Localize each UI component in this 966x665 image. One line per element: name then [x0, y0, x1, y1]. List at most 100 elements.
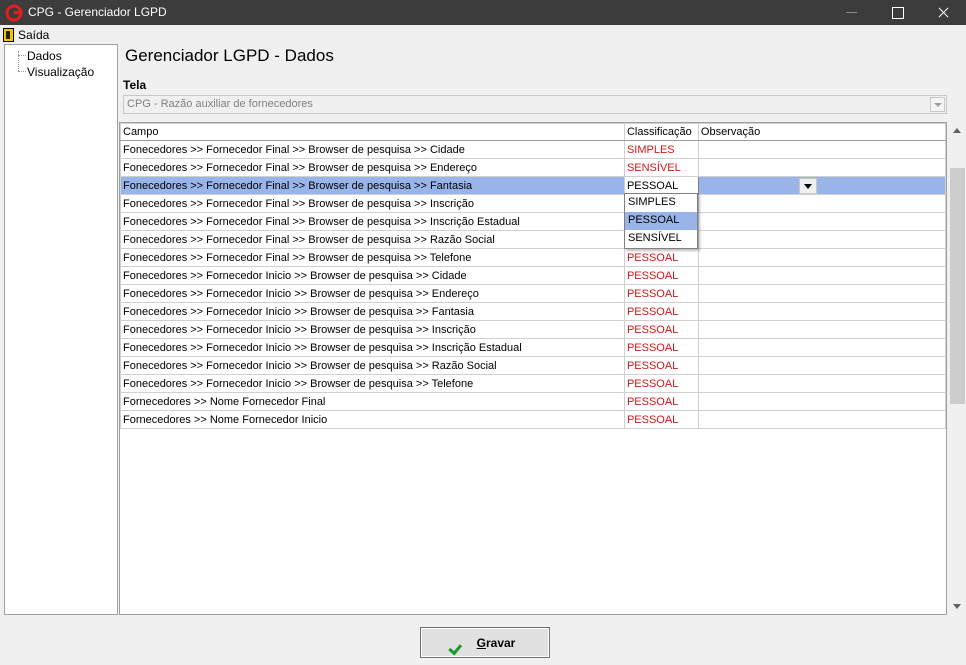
menu-item-exit[interactable]: Saída [3, 26, 49, 43]
table-row[interactable]: Fornecedores >> Nome Fornecedor Final PES… [120, 392, 947, 411]
column-header-campo[interactable]: Campo [120, 123, 625, 141]
table-row[interactable]: Fonecedores >> Fornecedor Final >> Brows… [120, 158, 947, 177]
campo-cell[interactable]: Fonecedores >> Fornecedor Inicio >> Brow… [120, 356, 625, 375]
table-row[interactable]: Fonecedores >> Fornecedor Final >> Brows… [120, 230, 947, 249]
classificacao-cell[interactable]: PESSOAL [623, 284, 699, 303]
table-row[interactable]: Fonecedores >> Fornecedor Final >> Brows… [120, 176, 947, 195]
tree-item-dados[interactable]: Dados [27, 49, 62, 63]
tree-connector [18, 55, 26, 56]
save-mnemonic: G [476, 635, 486, 650]
observacao-cell[interactable] [697, 230, 947, 249]
maximize-button[interactable] [874, 0, 920, 25]
observacao-cell[interactable] [697, 176, 947, 195]
table-row[interactable]: Fonecedores >> Fornecedor Inicio >> Brow… [120, 302, 947, 321]
table-row[interactable]: Fonecedores >> Fornecedor Inicio >> Brow… [120, 266, 947, 285]
campo-cell[interactable]: Fonecedores >> Fornecedor Final >> Brows… [120, 140, 625, 159]
classificacao-cell[interactable]: PESSOAL [623, 410, 699, 429]
classificacao-cell[interactable]: PESSOAL [623, 176, 699, 195]
classification-dropdown-list: SIMPLES PESSOAL SENSÍVEL [624, 193, 698, 249]
table-header: Campo Classificação Observação [120, 123, 947, 141]
table-row[interactable]: Fonecedores >> Fornecedor Inicio >> Brow… [120, 356, 947, 375]
classificacao-cell[interactable]: SENSÍVEL [623, 158, 699, 177]
dropdown-option-sensivel[interactable]: SENSÍVEL [625, 230, 697, 248]
campo-cell[interactable]: Fornecedores >> Nome Fornecedor Final [120, 392, 625, 411]
table-row[interactable]: Fonecedores >> Fornecedor Inicio >> Brow… [120, 374, 947, 393]
campo-cell[interactable]: Fonecedores >> Fornecedor Inicio >> Brow… [120, 338, 625, 357]
scroll-down-arrow-icon[interactable] [949, 598, 966, 615]
title-bar: CPG - Gerenciador LGPD [0, 0, 966, 25]
observacao-cell[interactable] [697, 410, 947, 429]
campo-cell[interactable]: Fonecedores >> Fornecedor Final >> Brows… [120, 230, 625, 249]
observacao-cell[interactable] [697, 284, 947, 303]
classificacao-cell[interactable]: PESSOAL [623, 320, 699, 339]
tree-item-visualizacao[interactable]: Visualização [27, 65, 94, 79]
table-row[interactable]: Fonecedores >> Fornecedor Inicio >> Brow… [120, 320, 947, 339]
campo-cell[interactable]: Fonecedores >> Fornecedor Inicio >> Brow… [120, 320, 625, 339]
column-header-observacao[interactable]: Observação [697, 123, 947, 141]
data-table: Campo Classificação Observação Fonecedor… [120, 123, 947, 429]
table-row[interactable]: Fonecedores >> Fornecedor Inicio >> Brow… [120, 338, 947, 357]
minimize-button[interactable] [828, 0, 874, 25]
tela-label: Tela [123, 78, 147, 92]
table-row[interactable]: Fonecedores >> Fornecedor Final >> Brows… [120, 212, 947, 231]
tree-connector [18, 71, 26, 72]
menu-bar: Saída [0, 25, 966, 44]
classificacao-cell[interactable]: PESSOAL [623, 392, 699, 411]
table-row[interactable]: Fonecedores >> Fornecedor Final >> Brows… [120, 140, 947, 159]
menu-item-exit-label: Saída [18, 27, 50, 42]
campo-cell[interactable]: Fonecedores >> Fornecedor Inicio >> Brow… [120, 374, 625, 393]
observacao-cell[interactable] [697, 356, 947, 375]
save-button-label: Gravar [477, 636, 516, 650]
observacao-cell[interactable] [697, 374, 947, 393]
app-logo-icon [5, 4, 23, 22]
observacao-cell[interactable] [697, 158, 947, 177]
page-title: Gerenciador LGPD - Dados [125, 46, 334, 65]
classificacao-cell[interactable]: PESSOAL [623, 266, 699, 285]
tela-select[interactable]: CPG - Razão auxiliar de fornecedores [123, 95, 947, 114]
tree-connector [18, 51, 19, 71]
observacao-cell[interactable] [697, 338, 947, 357]
exit-door-icon [3, 27, 14, 42]
classificacao-cell[interactable]: PESSOAL [623, 374, 699, 393]
campo-cell[interactable]: Fonecedores >> Fornecedor Inicio >> Brow… [120, 266, 625, 285]
campo-cell[interactable]: Fonecedores >> Fornecedor Inicio >> Brow… [120, 284, 625, 303]
observacao-cell[interactable] [697, 320, 947, 339]
observacao-cell[interactable] [697, 266, 947, 285]
classificacao-cell[interactable]: PESSOAL [623, 302, 699, 321]
scroll-up-arrow-icon[interactable] [949, 122, 966, 139]
classificacao-cell[interactable]: PESSOAL [623, 248, 699, 267]
campo-cell[interactable]: Fonecedores >> Fornecedor Final >> Brows… [120, 248, 625, 267]
campo-cell[interactable]: Fonecedores >> Fornecedor Final >> Brows… [120, 158, 625, 177]
navigation-tree: Dados Visualização [4, 44, 118, 615]
classificacao-cell[interactable]: SIMPLES [623, 140, 699, 159]
close-button[interactable] [920, 0, 966, 25]
data-grid: Campo Classificação Observação Fonecedor… [119, 122, 947, 615]
scrollbar-thumb[interactable] [950, 168, 965, 404]
observacao-cell[interactable] [697, 248, 947, 267]
dropdown-option-pessoal[interactable]: PESSOAL [625, 212, 697, 230]
observacao-cell[interactable] [697, 302, 947, 321]
classificacao-cell[interactable]: PESSOAL [623, 338, 699, 357]
table-row[interactable]: Fonecedores >> Fornecedor Inicio >> Brow… [120, 284, 947, 303]
table-row[interactable]: Fonecedores >> Fornecedor Final >> Brows… [120, 194, 947, 213]
table-row[interactable]: Fonecedores >> Fornecedor Final >> Brows… [120, 248, 947, 267]
table-row[interactable]: Fornecedores >> Nome Fornecedor Inicio PE… [120, 410, 947, 429]
campo-cell[interactable]: Fornecedores >> Nome Fornecedor Inicio [120, 410, 625, 429]
dropdown-option-simples[interactable]: SIMPLES [625, 194, 697, 212]
save-button[interactable]: Gravar [420, 627, 550, 658]
classificacao-cell[interactable]: PESSOAL [623, 356, 699, 375]
chevron-down-icon[interactable] [930, 97, 945, 112]
campo-cell[interactable]: Fonecedores >> Fornecedor Final >> Brows… [120, 194, 625, 213]
save-label-rest: ravar [485, 635, 516, 650]
classification-dropdown-arrow-icon[interactable] [799, 178, 817, 194]
observacao-cell[interactable] [697, 194, 947, 213]
observacao-cell[interactable] [697, 212, 947, 231]
tela-select-value: CPG - Razão auxiliar de fornecedores [127, 98, 313, 110]
vertical-scrollbar[interactable] [949, 122, 966, 615]
observacao-cell[interactable] [697, 140, 947, 159]
observacao-cell[interactable] [697, 392, 947, 411]
campo-cell[interactable]: Fonecedores >> Fornecedor Final >> Brows… [120, 176, 625, 195]
campo-cell[interactable]: Fonecedores >> Fornecedor Inicio >> Brow… [120, 302, 625, 321]
campo-cell[interactable]: Fonecedores >> Fornecedor Final >> Brows… [120, 212, 625, 231]
column-header-classificacao[interactable]: Classificação [623, 123, 699, 141]
